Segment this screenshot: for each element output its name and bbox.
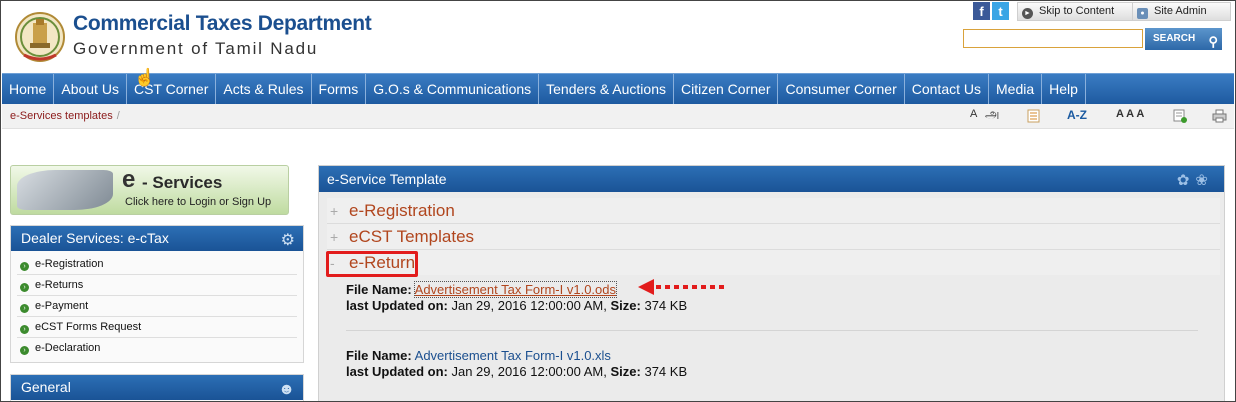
dealer-menu-e-returns[interactable]: › e-Returns [17,275,297,296]
updated-value: Jan 29, 2016 12:00:00 AM, [451,298,607,313]
add-bookmark-icon[interactable] [1173,109,1187,123]
a-z-index-button[interactable]: A-Z [1067,108,1087,122]
file-updated-2: last Updated on: Jan 29, 2016 12:00:00 A… [346,364,687,379]
hand-pointer-icon: ☝ [134,68,156,87]
breadcrumb: e-Services templates / [10,110,120,122]
accordion-e-return[interactable]: - e-Return [327,250,1220,275]
file-divider [346,330,1198,331]
breadcrumb-separator: / [116,110,120,122]
arrow-bullet-icon: › [20,346,29,355]
computer-mouse-icon [17,170,113,210]
text-size-button[interactable]: A A A [1116,108,1144,120]
accordion-label: eCST Templates [349,227,475,246]
people-icon: ☻ [278,381,295,398]
decorative-swirl-icon: ✿❀ [1176,172,1214,189]
file-link-xls[interactable]: Advertisement Tax Form-I v1.0.xls [415,348,611,363]
user-icon: ● [1137,8,1148,19]
nav-contact-us[interactable]: Contact Us [905,74,989,104]
dealer-menu-e-declaration[interactable]: › e-Declaration [17,338,297,358]
twitter-icon[interactable]: t [992,2,1009,20]
nav-acts-rules[interactable]: Acts & Rules [216,74,312,104]
e-services-login-banner[interactable]: e - Services Click here to Login or Sign… [10,165,289,215]
site-admin-label: Site Admin [1154,5,1207,17]
site-admin-link[interactable]: ● Site Admin [1132,2,1231,21]
accordion-e-registration[interactable]: + e-Registration [327,198,1220,224]
nav-gos-communications[interactable]: G.O.s & Communications [366,74,540,104]
main-nav: Home About Us CST Corner Acts & Rules Fo… [2,73,1234,105]
highlight-box [326,251,418,277]
nav-media[interactable]: Media [989,74,1043,104]
menu-item-label: e-Registration [35,258,104,270]
banner-title: - Services [142,173,223,192]
banner-e-letter: e [122,166,136,193]
nav-consumer-corner[interactable]: Consumer Corner [778,74,905,104]
size-value: 374 KB [644,364,688,379]
banner-subtitle: Click here to Login or Sign Up [125,196,272,208]
nav-citizen-corner[interactable]: Citizen Corner [674,74,779,104]
print-icon[interactable] [1212,109,1227,123]
sitemap-icon[interactable] [1027,109,1040,123]
expand-icon: + [330,203,339,219]
menu-item-label: e-Returns [35,279,84,291]
nav-tenders-auctions[interactable]: Tenders & Auctions [539,74,674,104]
file-name-label: File Name: [346,282,412,297]
menu-item-label: e-Declaration [35,342,101,354]
search-input[interactable] [963,29,1143,48]
accordion-label: e-Registration [349,201,455,220]
skip-to-content-label: Skip to Content [1039,5,1115,17]
arrow-bullet-icon: › [20,325,29,334]
search-button[interactable]: SEARCH ⚲ [1145,28,1222,50]
nav-about-us[interactable]: About Us [54,74,127,104]
expand-icon: + [330,229,339,245]
department-title[interactable]: Commercial Taxes Department [73,12,372,36]
general-title: General [21,379,71,395]
size-label: Size: [610,364,641,379]
dealer-services-panel: Dealer Services: e-cTax ⚙ › e-Registratio… [10,225,304,363]
e-service-template-title: e-Service Template [327,171,447,187]
english-language-button[interactable]: A [970,108,977,120]
skip-to-content-link[interactable]: ► Skip to Content [1017,2,1139,21]
accordion-ecst-templates[interactable]: + eCST Templates [327,224,1220,250]
menu-item-label: eCST Forms Request [35,321,142,333]
menu-item-label: e-Payment [35,300,89,312]
dotted-arrow-left-icon [638,279,726,295]
updated-label: last Updated on: [346,364,448,379]
state-emblem-icon[interactable] [14,11,66,65]
file-entry-2: File Name: Advertisement Tax Form-I v1.0… [346,348,611,363]
arrow-bullet-icon: › [20,262,29,271]
breadcrumb-current[interactable]: e-Services templates [10,110,113,122]
play-circle-icon: ► [1022,8,1033,19]
dealer-menu-ecst-forms-request[interactable]: › eCST Forms Request [17,317,297,338]
tamil-language-button[interactable]: அ [985,106,999,123]
nav-home[interactable]: Home [2,74,55,104]
browser-page: Commercial Taxes Department Government o… [0,0,1236,402]
file-updated-1: last Updated on: Jan 29, 2016 12:00:00 A… [346,298,687,313]
size-label: Size: [610,298,641,313]
e-service-template-header: e-Service Template ✿❀ [319,166,1224,192]
nav-help[interactable]: Help [1042,74,1086,104]
dealer-services-header: Dealer Services: e-cTax ⚙ [11,226,303,251]
size-value: 374 KB [644,298,688,313]
dealer-services-title: Dealer Services: e-cTax [21,230,169,246]
search-icon: ⚲ [1208,34,1218,49]
facebook-icon[interactable]: f [973,2,990,20]
file-link-ods[interactable]: Advertisement Tax Form-I v1.0.ods [413,281,618,298]
arrow-bullet-icon: › [20,304,29,313]
file-entry-1: File Name: Advertisement Tax Form-I v1.0… [346,281,618,298]
breadcrumb-bar: e-Services templates / A அ A-Z A A A [2,104,1234,129]
government-title: Government of Tamil Nadu [73,39,319,58]
file-name-label: File Name: [346,348,412,363]
arrow-bullet-icon: › [20,283,29,292]
general-panel: General ☻ [10,374,304,401]
dealer-menu-e-registration[interactable]: › e-Registration [17,254,297,275]
nav-forms[interactable]: Forms [312,74,367,104]
updated-label: last Updated on: [346,298,448,313]
search-button-label: SEARCH [1153,33,1196,44]
general-header: General ☻ [11,375,303,400]
dealer-menu-e-payment[interactable]: › e-Payment [17,296,297,317]
updated-value: Jan 29, 2016 12:00:00 AM, [451,364,607,379]
gear-icon: ⚙ [280,232,295,249]
